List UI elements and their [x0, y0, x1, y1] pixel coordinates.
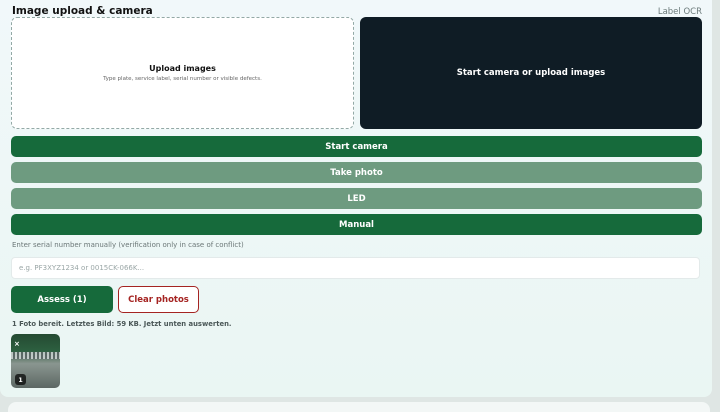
thumbnail-image-detail [11, 352, 60, 359]
camera-placeholder-text: Start camera or upload images [456, 68, 606, 78]
led-button[interactable]: LED [11, 188, 702, 209]
serial-input-label: Enter serial number manually (verificati… [12, 241, 244, 249]
section-title: Image upload & camera [12, 5, 153, 17]
upload-title: Upload images [149, 64, 216, 73]
camera-preview: Start camera or upload images [360, 17, 702, 129]
assess-button[interactable]: Assess (1) [11, 286, 113, 313]
clear-photos-button[interactable]: Clear photos [118, 286, 199, 313]
photo-thumbnail[interactable]: × 1 [11, 334, 60, 388]
label-ocr-tag: Label OCR [657, 7, 702, 17]
upload-camera-panel: Image upload & camera Label OCR Upload i… [0, 0, 712, 397]
take-photo-button[interactable]: Take photo [11, 162, 702, 183]
manual-button[interactable]: Manual [11, 214, 702, 235]
start-camera-button[interactable]: Start camera [11, 136, 702, 157]
remove-photo-icon[interactable]: × [14, 340, 20, 348]
upload-dropzone[interactable]: Upload images Type plate, service label,… [11, 17, 354, 129]
next-section-card [8, 402, 710, 412]
upload-description: Type plate, service label, serial number… [103, 76, 262, 82]
serial-number-input[interactable] [11, 257, 700, 279]
status-text: 1 Foto bereit. Letztes Bild: 59 KB. Jetz… [12, 320, 232, 328]
thumbnail-index-badge: 1 [15, 374, 26, 385]
